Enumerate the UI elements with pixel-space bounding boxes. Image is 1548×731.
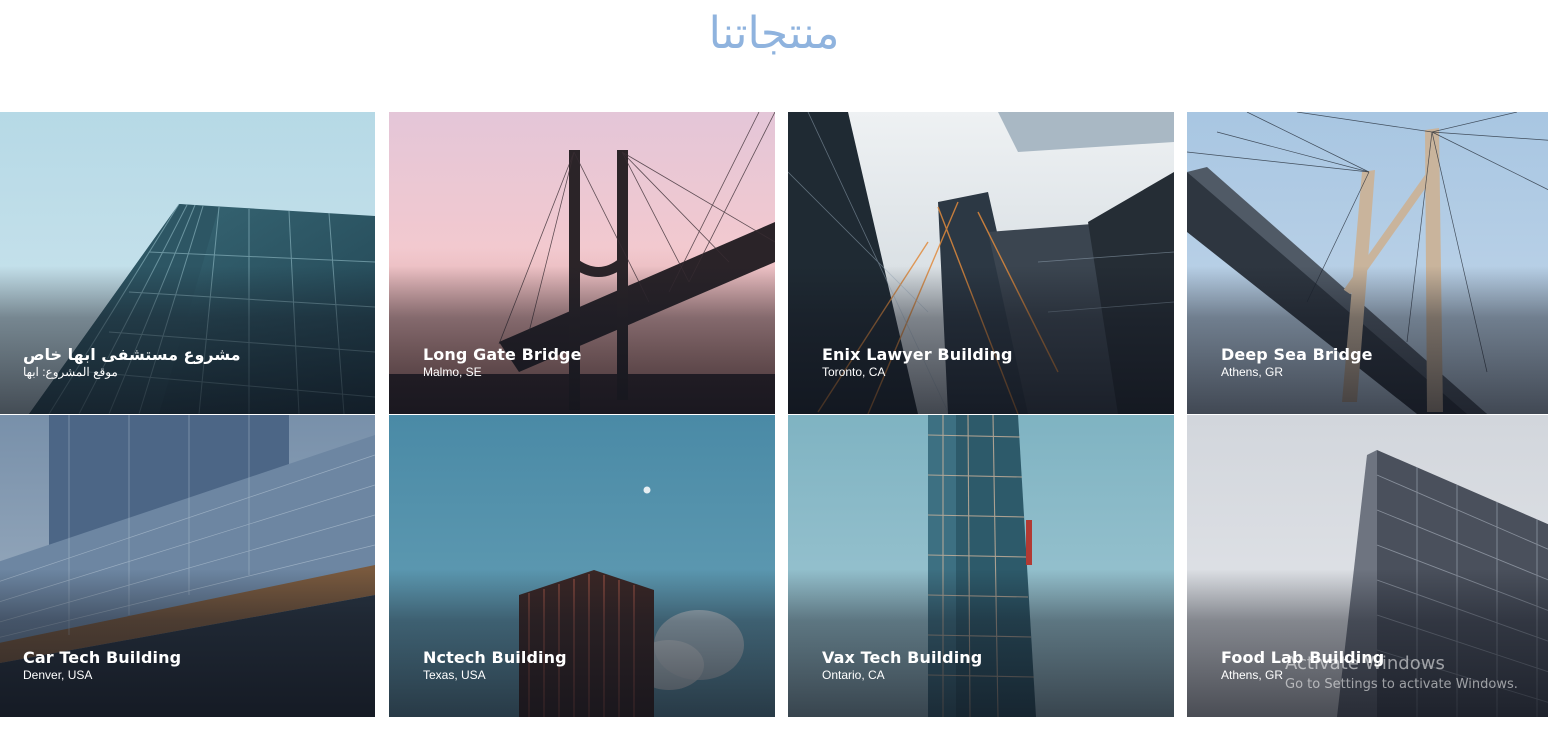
project-name: Food Lab Building	[1221, 648, 1385, 667]
project-card-long-gate-bridge[interactable]: Long Gate Bridge Malmo, SE	[389, 112, 775, 414]
project-location: Texas, USA	[423, 668, 486, 682]
project-location: موقع المشروع: ابها	[23, 365, 118, 379]
project-location: Malmo, SE	[423, 365, 482, 379]
card-shade	[389, 266, 775, 414]
project-name: Car Tech Building	[23, 648, 182, 667]
card-caption: مشروع مستشفى ابها خاص موقع المشروع: ابها	[23, 345, 241, 380]
card-caption: Deep Sea Bridge Athens, GR	[1221, 345, 1373, 380]
project-name: Nctech Building	[423, 648, 567, 667]
card-caption: Long Gate Bridge Malmo, SE	[423, 345, 582, 380]
project-location: Ontario, CA	[822, 668, 885, 682]
project-name: Deep Sea Bridge	[1221, 345, 1373, 364]
card-caption: Car Tech Building Denver, USA	[23, 648, 182, 683]
card-shade	[788, 266, 1174, 414]
projects-grid: مشروع مستشفى ابها خاص موقع المشروع: ابها	[0, 112, 1548, 717]
page-title: منتجاتنا	[708, 8, 840, 59]
project-location: Denver, USA	[23, 668, 93, 682]
card-shade	[1187, 266, 1548, 414]
project-name: Long Gate Bridge	[423, 345, 582, 364]
project-card-food-lab-building[interactable]: Food Lab Building Athens, GR	[1187, 415, 1548, 717]
project-card-deep-sea-bridge[interactable]: Deep Sea Bridge Athens, GR	[1187, 112, 1548, 414]
card-caption: Vax Tech Building Ontario, CA	[822, 648, 983, 683]
project-card-nctech-building[interactable]: Nctech Building Texas, USA	[389, 415, 775, 717]
project-name: Vax Tech Building	[822, 648, 983, 667]
card-shade	[389, 569, 775, 717]
card-shade	[1187, 569, 1548, 717]
project-location: Athens, GR	[1221, 668, 1284, 682]
card-caption: Food Lab Building Athens, GR	[1221, 648, 1385, 683]
project-card-car-tech-building[interactable]: Car Tech Building Denver, USA	[0, 415, 375, 717]
project-location: Athens, GR	[1221, 365, 1284, 379]
project-card-abha-hospital[interactable]: مشروع مستشفى ابها خاص موقع المشروع: ابها	[0, 112, 375, 414]
card-caption: Nctech Building Texas, USA	[423, 648, 567, 683]
card-caption: Enix Lawyer Building Toronto, CA	[822, 345, 1013, 380]
project-location: Toronto, CA	[822, 365, 886, 379]
project-name: Enix Lawyer Building	[822, 345, 1013, 364]
card-shade	[0, 266, 375, 414]
project-name: مشروع مستشفى ابها خاص	[23, 345, 241, 364]
project-card-vax-tech-building[interactable]: Vax Tech Building Ontario, CA	[788, 415, 1174, 717]
project-card-enix-lawyer-building[interactable]: Enix Lawyer Building Toronto, CA	[788, 112, 1174, 414]
card-shade	[788, 569, 1174, 717]
card-shade	[0, 569, 375, 717]
